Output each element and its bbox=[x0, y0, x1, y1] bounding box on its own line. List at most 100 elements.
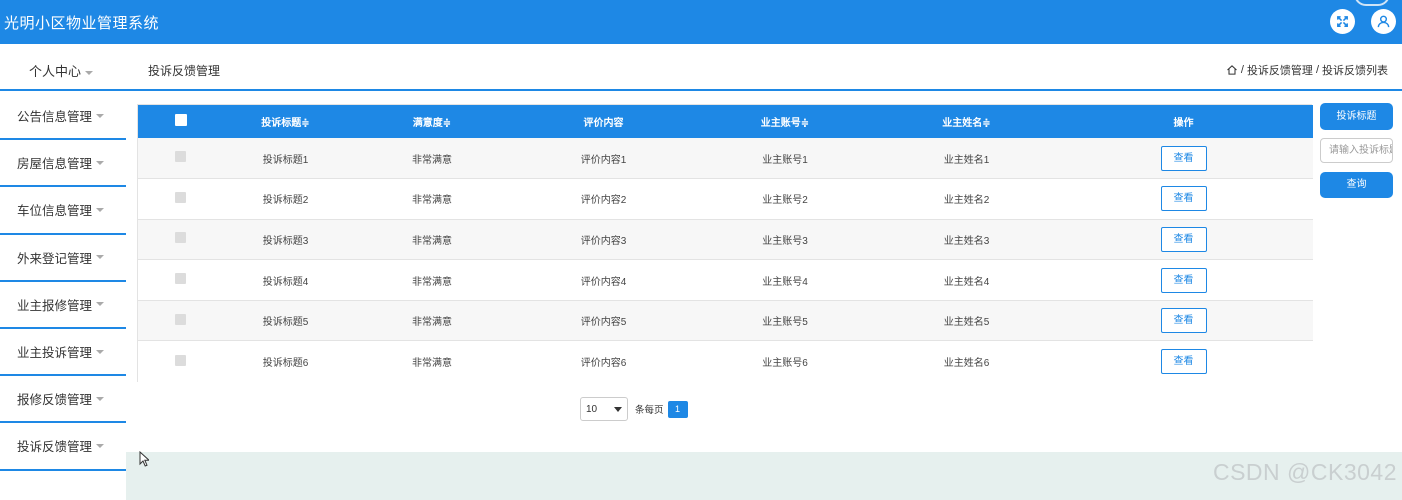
cell-account: 业主账号5 bbox=[762, 317, 808, 329]
table-row: 投诉标题5 非常满意 评价内容5 业主账号5 业主姓名5 查看 bbox=[138, 300, 1313, 341]
page-number-current[interactable]: 1 bbox=[667, 400, 688, 418]
cell-account: 业主账号1 bbox=[762, 154, 808, 166]
column-header-title[interactable]: 投诉标题≑ bbox=[223, 105, 348, 138]
watermark: CSDN @CK3042 bbox=[1212, 459, 1397, 485]
cell-content: 评价内容4 bbox=[580, 276, 627, 288]
personal-center-menu[interactable]: 个人中心 bbox=[29, 61, 94, 80]
breadcrumb-level-2: 投诉反馈列表 bbox=[1322, 65, 1388, 77]
cell-account: 业主账号6 bbox=[762, 358, 808, 370]
column-header-name[interactable]: 业主姓名≑ bbox=[879, 105, 1054, 138]
row-checkbox[interactable] bbox=[175, 313, 186, 325]
table-row: 投诉标题4 非常满意 评价内容4 业主账号4 业主姓名4 查看 bbox=[138, 259, 1313, 301]
column-header-content: 评价内容 bbox=[583, 118, 624, 129]
row-checkbox[interactable] bbox=[175, 151, 186, 163]
view-button[interactable]: 查看 bbox=[1160, 145, 1207, 171]
user-icon bbox=[1377, 15, 1390, 28]
cell-content: 评价内容6 bbox=[580, 358, 627, 370]
mouse-cursor-icon bbox=[139, 451, 149, 467]
expand-icon bbox=[1337, 16, 1348, 27]
avatar-ring-decoration bbox=[1354, 0, 1390, 6]
view-button[interactable]: 查看 bbox=[1160, 349, 1207, 375]
cell-satisfaction: 非常满意 bbox=[412, 317, 452, 329]
fullscreen-button[interactable] bbox=[1330, 9, 1355, 34]
sidebar-item-label: 业主报修管理 bbox=[17, 298, 93, 313]
table-row: 投诉标题1 非常满意 评价内容1 业主账号1 业主姓名1 查看 bbox=[138, 138, 1313, 179]
query-button[interactable]: 查询 bbox=[1320, 172, 1393, 198]
sidebar-item-repair[interactable]: 业主报修管理 bbox=[0, 282, 126, 329]
home-icon[interactable] bbox=[1226, 64, 1238, 76]
sidebar-item-label: 车位信息管理 bbox=[17, 204, 93, 219]
cell-account: 业主账号4 bbox=[762, 276, 808, 288]
cell-content: 评价内容1 bbox=[580, 154, 627, 166]
sidebar-item-parking[interactable]: 车位信息管理 bbox=[0, 187, 126, 235]
row-checkbox[interactable] bbox=[175, 354, 186, 366]
view-button[interactable]: 查看 bbox=[1160, 308, 1207, 334]
sidebar-item-complaint-feedback[interactable]: 投诉反馈管理 bbox=[0, 423, 126, 471]
view-button[interactable]: 查看 bbox=[1160, 186, 1207, 212]
cell-title: 投诉标题5 bbox=[262, 317, 309, 329]
sidebar: 公告信息管理 房屋信息管理 车位信息管理 外来登记管理 业主报修管理 业主投诉管… bbox=[0, 93, 126, 471]
feedback-table: 投诉标题≑ 满意度≑ 评价内容 业主账号≑ 业主姓名≑ 操作 投诉标题1 非常满… bbox=[137, 104, 1313, 382]
search-field-label: 投诉标题 bbox=[1320, 103, 1393, 130]
sidebar-item-label: 房屋信息管理 bbox=[17, 157, 93, 172]
column-header-account[interactable]: 业主账号≑ bbox=[691, 105, 879, 138]
top-bar: 光明小区物业管理系统 bbox=[0, 0, 1402, 44]
caret-down-icon bbox=[96, 207, 105, 212]
cell-content: 评价内容5 bbox=[580, 317, 627, 329]
table-row: 投诉标题6 非常满意 评价内容6 业主账号6 业主姓名6 查看 bbox=[138, 340, 1313, 382]
sidebar-item-notice[interactable]: 公告信息管理 bbox=[0, 93, 126, 141]
personal-center-label: 个人中心 bbox=[29, 64, 82, 79]
cell-title: 投诉标题3 bbox=[262, 235, 309, 247]
user-menu-button[interactable] bbox=[1371, 9, 1396, 34]
cell-name: 业主姓名6 bbox=[943, 358, 990, 370]
cell-satisfaction: 非常满意 bbox=[412, 358, 452, 370]
cell-title: 投诉标题4 bbox=[262, 276, 309, 288]
cell-name: 业主姓名4 bbox=[943, 276, 990, 288]
sidebar-item-repair-feedback[interactable]: 报修反馈管理 bbox=[0, 376, 126, 424]
sidebar-item-label: 投诉反馈管理 bbox=[17, 440, 93, 455]
view-button[interactable]: 查看 bbox=[1160, 226, 1207, 252]
column-header-satisfaction[interactable]: 满意度≑ bbox=[348, 105, 516, 138]
caret-down-icon bbox=[96, 113, 105, 118]
page-size-select[interactable]: 10 bbox=[580, 397, 628, 421]
caret-down-icon bbox=[96, 396, 105, 401]
cell-satisfaction: 非常满意 bbox=[412, 154, 452, 166]
caret-down-icon bbox=[96, 302, 105, 307]
row-checkbox[interactable] bbox=[175, 232, 186, 244]
sidebar-item-label: 外来登记管理 bbox=[17, 251, 93, 266]
sidebar-item-label: 报修反馈管理 bbox=[17, 393, 93, 408]
sub-header: 个人中心 投诉反馈管理 / 投诉反馈管理 / 投诉反馈列表 bbox=[0, 44, 1402, 91]
cell-name: 业主姓名2 bbox=[943, 195, 990, 207]
app-title: 光明小区物业管理系统 bbox=[4, 15, 160, 32]
caret-down-icon bbox=[96, 160, 105, 165]
pagination: 10 条每页 1 bbox=[580, 397, 688, 421]
bottom-strip bbox=[126, 452, 1402, 500]
sidebar-item-label: 公告信息管理 bbox=[17, 110, 93, 125]
breadcrumb-separator: / bbox=[1240, 64, 1244, 76]
breadcrumb-level-1[interactable]: 投诉反馈管理 bbox=[1247, 62, 1313, 78]
breadcrumb: / 投诉反馈管理 / 投诉反馈列表 bbox=[1226, 62, 1388, 78]
sidebar-item-visitor[interactable]: 外来登记管理 bbox=[0, 235, 126, 282]
select-all-checkbox[interactable] bbox=[174, 114, 187, 126]
cell-title: 投诉标题1 bbox=[262, 154, 309, 166]
page-size-value: 10 bbox=[586, 403, 598, 415]
caret-down-icon bbox=[96, 255, 105, 260]
sidebar-item-complaint[interactable]: 业主投诉管理 bbox=[0, 329, 126, 377]
row-checkbox[interactable] bbox=[175, 191, 186, 203]
table-header-row: 投诉标题≑ 满意度≑ 评价内容 业主账号≑ 业主姓名≑ 操作 bbox=[138, 105, 1313, 138]
sidebar-item-house[interactable]: 房屋信息管理 bbox=[0, 140, 126, 188]
cell-title: 投诉标题6 bbox=[262, 358, 309, 370]
cell-satisfaction: 非常满意 bbox=[412, 235, 452, 247]
view-button[interactable]: 查看 bbox=[1160, 267, 1207, 293]
cell-satisfaction: 非常满意 bbox=[412, 195, 452, 207]
caret-down-icon bbox=[96, 443, 105, 448]
search-input[interactable] bbox=[1320, 138, 1393, 163]
row-checkbox[interactable] bbox=[175, 273, 186, 285]
breadcrumb-separator: / bbox=[1315, 64, 1319, 76]
cell-title: 投诉标题2 bbox=[262, 195, 309, 207]
sidebar-item-label: 业主投诉管理 bbox=[17, 346, 93, 361]
cell-name: 业主姓名1 bbox=[943, 154, 990, 166]
column-header-action: 操作 bbox=[1173, 118, 1194, 129]
cell-content: 评价内容2 bbox=[580, 195, 627, 207]
cell-name: 业主姓名3 bbox=[943, 235, 990, 247]
